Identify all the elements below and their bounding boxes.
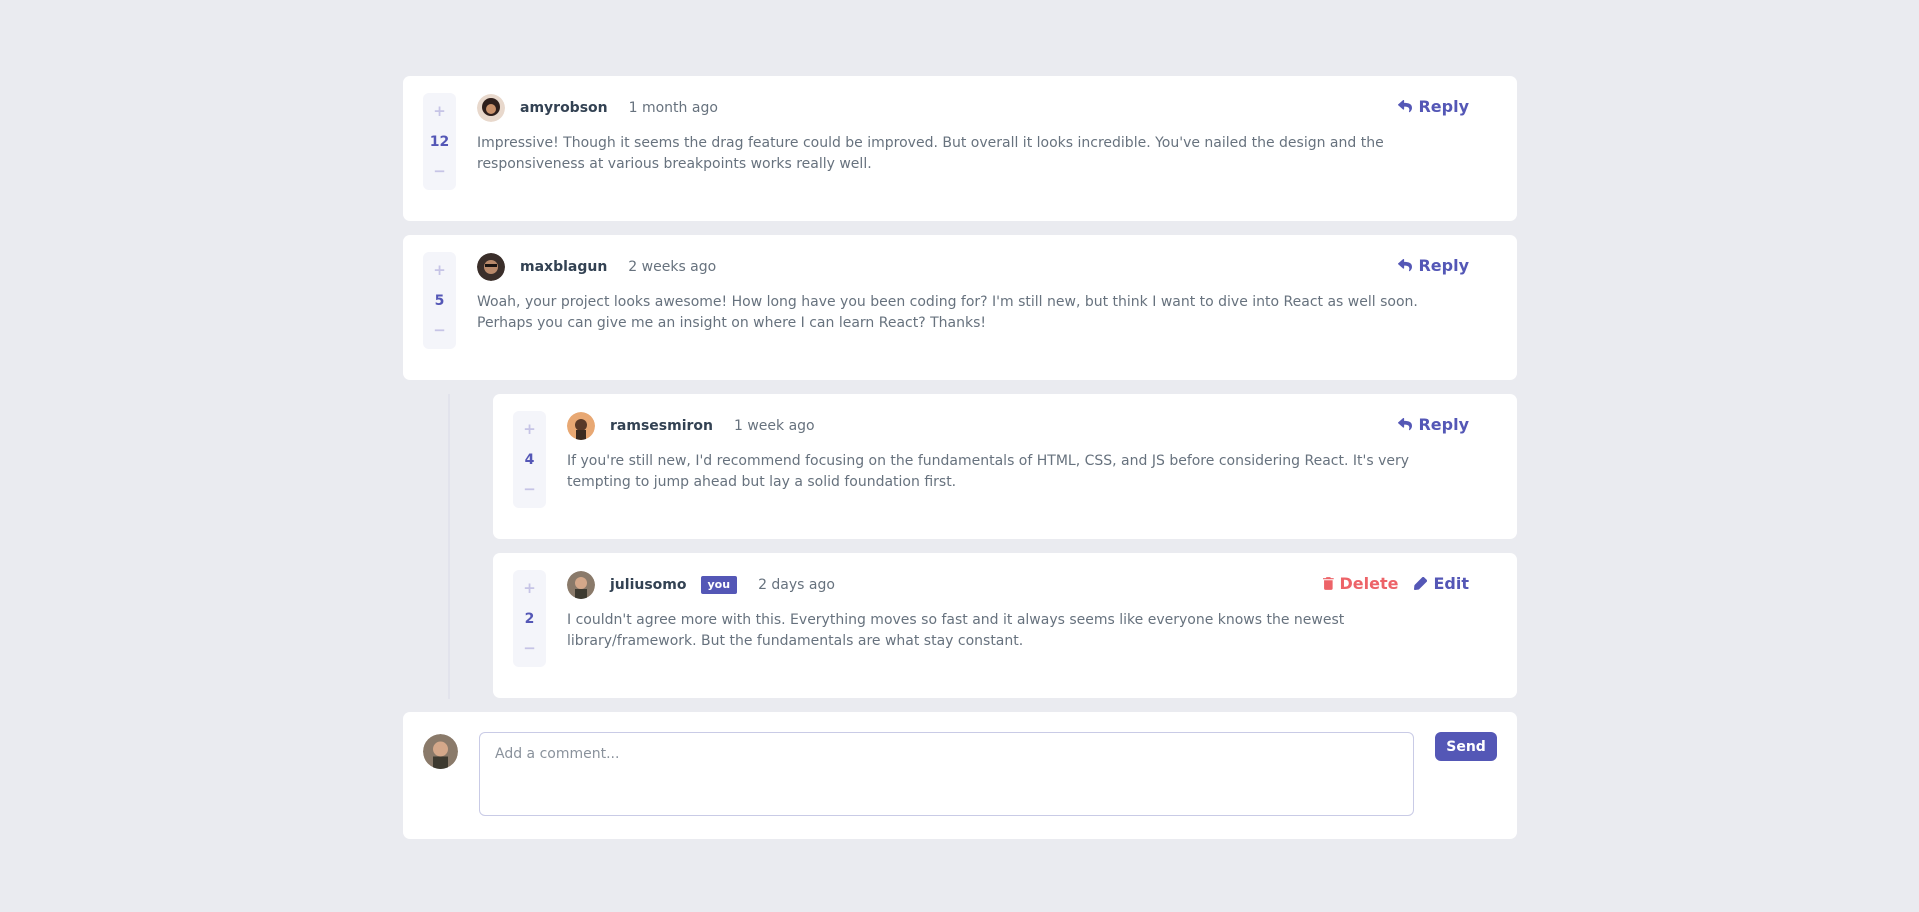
replies-thread: + 4 − ramsesmiron 1 week ago Reply If yo… bbox=[448, 394, 1517, 699]
upvote-button[interactable]: + bbox=[433, 104, 446, 119]
vote-count: 4 bbox=[524, 451, 535, 468]
reply-label: Reply bbox=[1418, 256, 1469, 275]
comment-card: + 5 − maxblagun 2 weeks ago Reply Woah, … bbox=[403, 235, 1517, 380]
downvote-button[interactable]: − bbox=[523, 482, 536, 497]
comment-card: + 12 − amyrobson 1 month ago Reply Impre… bbox=[403, 76, 1517, 221]
comment-text: Impressive! Though it seems the drag fea… bbox=[477, 135, 1384, 172]
vote-widget: + 2 − bbox=[513, 570, 546, 667]
edit-label: Edit bbox=[1433, 574, 1469, 593]
username[interactable]: amyrobson bbox=[520, 100, 608, 116]
vote-count: 5 bbox=[434, 292, 445, 309]
username[interactable]: ramsesmiron bbox=[610, 418, 713, 434]
upvote-button[interactable]: + bbox=[523, 422, 536, 437]
avatar bbox=[567, 570, 595, 599]
timestamp: 1 week ago bbox=[733, 417, 815, 434]
timestamp: 2 days ago bbox=[758, 576, 835, 593]
delete-button[interactable]: Delete bbox=[1322, 574, 1399, 593]
edit-button[interactable]: Edit bbox=[1414, 574, 1469, 593]
vote-count: 2 bbox=[524, 610, 535, 627]
add-comment-form: Send bbox=[403, 712, 1517, 839]
reply-icon bbox=[1398, 418, 1413, 431]
vote-widget: + 12 − bbox=[423, 93, 456, 190]
reply-button[interactable]: Reply bbox=[1398, 256, 1469, 275]
vote-count: 12 bbox=[429, 133, 450, 150]
trash-icon bbox=[1322, 577, 1334, 590]
upvote-button[interactable]: + bbox=[433, 263, 446, 278]
reply-button[interactable]: Reply bbox=[1398, 97, 1469, 116]
comment-text: I couldn't agree more with this. Everyth… bbox=[567, 612, 1345, 649]
downvote-button[interactable]: − bbox=[433, 164, 446, 179]
reply-label: Reply bbox=[1418, 97, 1469, 116]
comments-section: + 12 − amyrobson 1 month ago Reply Impre… bbox=[403, 76, 1517, 839]
avatar bbox=[477, 252, 505, 281]
pencil-icon bbox=[1414, 577, 1428, 590]
upvote-button[interactable]: + bbox=[523, 581, 536, 596]
timestamp: 2 weeks ago bbox=[628, 258, 717, 275]
vote-widget: + 5 − bbox=[423, 252, 456, 349]
downvote-button[interactable]: − bbox=[433, 323, 446, 338]
vote-widget: + 4 − bbox=[513, 411, 546, 508]
reply-button[interactable]: Reply bbox=[1398, 415, 1469, 434]
comment-text: Woah, your project looks awesome! How lo… bbox=[477, 294, 1418, 331]
delete-label: Delete bbox=[1339, 574, 1399, 593]
send-button[interactable]: Send bbox=[1435, 732, 1497, 761]
downvote-button[interactable]: − bbox=[523, 641, 536, 656]
timestamp: 1 month ago bbox=[628, 99, 718, 116]
username[interactable]: maxblagun bbox=[520, 259, 607, 275]
reply-icon bbox=[1398, 100, 1413, 113]
avatar bbox=[423, 734, 458, 769]
thread-line bbox=[448, 394, 450, 699]
reply-icon bbox=[1398, 259, 1413, 272]
you-badge: you bbox=[700, 575, 738, 594]
reply-label: Reply bbox=[1418, 415, 1469, 434]
username[interactable]: juliusomo bbox=[610, 577, 687, 593]
reply-card: + 4 − ramsesmiron 1 week ago Reply If yo… bbox=[493, 394, 1517, 539]
comment-input[interactable] bbox=[479, 732, 1415, 816]
comment-text: If you're still new, I'd recommend focus… bbox=[567, 453, 1410, 490]
avatar bbox=[477, 93, 505, 122]
reply-card: + 2 − juliusomo you 2 days ago Delete Ed… bbox=[493, 553, 1517, 698]
avatar bbox=[567, 411, 595, 440]
